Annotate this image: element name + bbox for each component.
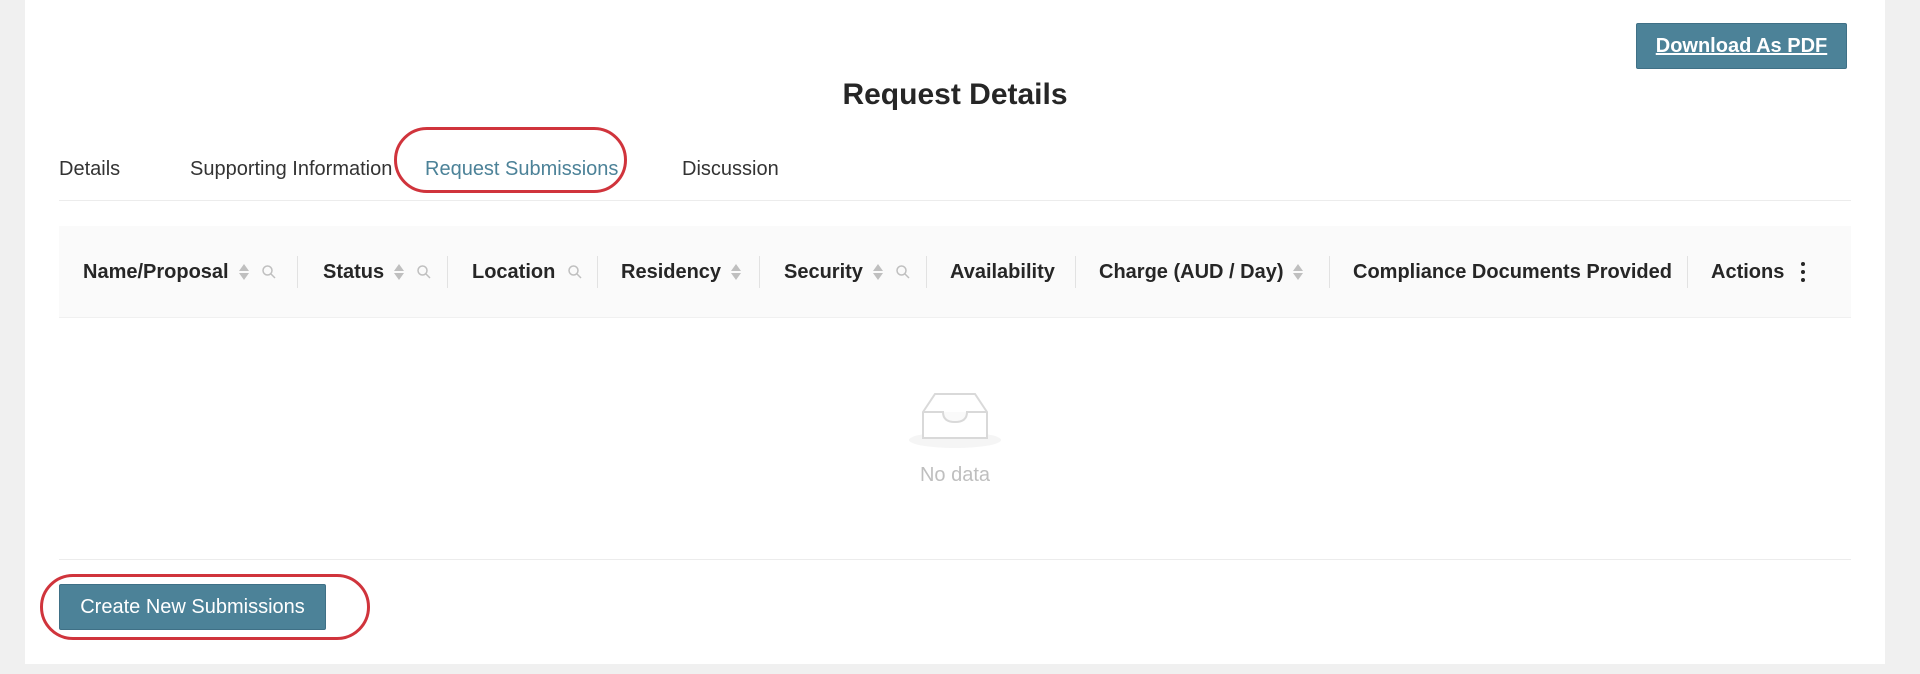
tab-discussion[interactable]: Discussion [682, 158, 779, 181]
column-label: Status [323, 260, 385, 283]
search-icon[interactable] [416, 264, 432, 280]
table-header: Name/Proposal Status Location Residency … [59, 226, 1851, 318]
column-divider [297, 256, 298, 288]
column-label: Charge (AUD / Day) [1099, 260, 1284, 283]
column-name-proposal[interactable]: Name/Proposal [59, 226, 277, 318]
column-actions[interactable]: Actions [1687, 226, 1784, 318]
more-options-icon[interactable] [1783, 252, 1823, 292]
request-details-card: Download As PDF Request Details Details … [25, 0, 1885, 664]
tab-request-submissions-label: Request Submissions [425, 158, 619, 180]
column-security[interactable]: Security [760, 226, 911, 318]
tab-details[interactable]: Details [59, 158, 120, 181]
column-label: Security [784, 260, 863, 283]
column-status[interactable]: Status [299, 226, 432, 318]
tab-supporting-information[interactable]: Supporting Information [190, 158, 392, 181]
column-residency[interactable]: Residency [597, 226, 742, 318]
empty-inbox-icon [909, 393, 1001, 448]
column-label: Location [472, 260, 556, 283]
tab-request-submissions[interactable]: Request Submissions [394, 127, 627, 193]
search-icon[interactable] [567, 264, 583, 280]
column-compliance-documents[interactable]: Compliance Documents Provided [1329, 226, 1672, 318]
sort-icon[interactable] [1293, 262, 1304, 282]
tab-bar: Details Supporting Information Request S… [59, 127, 1851, 201]
column-label: Compliance Documents Provided [1353, 260, 1672, 283]
download-pdf-button[interactable]: Download As PDF [1636, 23, 1847, 69]
sort-icon[interactable] [872, 262, 883, 282]
sort-icon[interactable] [238, 262, 249, 282]
search-icon[interactable] [895, 264, 911, 280]
sort-icon[interactable] [731, 262, 742, 282]
column-availability[interactable]: Availability [926, 226, 1055, 318]
column-charge[interactable]: Charge (AUD / Day) [1075, 226, 1304, 318]
search-icon[interactable] [261, 264, 277, 280]
column-label: Actions [1711, 260, 1785, 283]
column-label: Availability [950, 260, 1055, 283]
create-new-submissions-button[interactable]: Create New Submissions [59, 584, 326, 630]
empty-state: No data [59, 318, 1851, 560]
column-label: Name/Proposal [83, 260, 229, 283]
sort-icon[interactable] [394, 262, 405, 282]
empty-text: No data [919, 464, 991, 486]
column-label: Residency [621, 260, 722, 283]
column-location[interactable]: Location [448, 226, 583, 318]
page-title: Request Details [842, 78, 1068, 111]
